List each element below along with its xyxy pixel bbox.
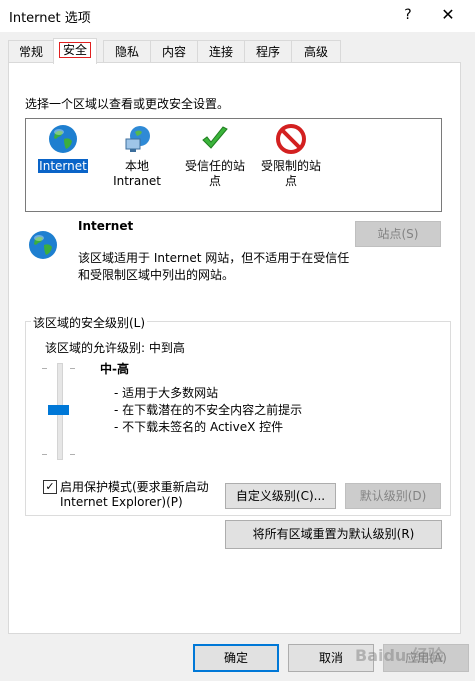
zone-label-line2: 点 (284, 174, 297, 188)
slider-tick (42, 368, 47, 369)
zone-local-intranet[interactable]: 本地 Intranet (106, 123, 168, 189)
tab-connections[interactable]: 连接 (197, 40, 245, 63)
tab-label: 安全 (58, 42, 91, 58)
tab-label: 常规 (18, 45, 43, 59)
zone-restricted-sites[interactable]: 受限制的站 点 (256, 123, 326, 189)
watermark: Baidu 经验 (355, 646, 444, 665)
close-button[interactable]: ✕ (434, 3, 462, 27)
help-button[interactable]: ? (396, 3, 420, 27)
tab-content[interactable]: 内容 (150, 40, 198, 63)
tab-label: 隐私 (114, 45, 139, 59)
security-level-slider-thumb[interactable] (48, 405, 69, 415)
zone-detail-title: Internet (78, 219, 134, 233)
zone-detail-description-line2: 和受限制区域中列出的网站。 (78, 268, 235, 282)
check-icon (202, 126, 228, 149)
reset-all-zones-button[interactable]: 将所有区域重置为默认级别(R) (225, 520, 442, 549)
tab-label: 高级 (303, 45, 328, 59)
default-level-button[interactable]: 默认级别(D) (345, 483, 441, 509)
slider-tick (42, 454, 47, 455)
tab-label: 程序 (255, 45, 280, 59)
level-description-item: - 适用于大多数网站 (114, 386, 219, 400)
tab-advanced[interactable]: 高级 (291, 40, 341, 63)
level-description-item: - 在下载潜在的不安全内容之前提示 (114, 403, 303, 417)
zone-list[interactable]: Internet 本地 Intranet 受信任的站 点 受限制的站 点 (25, 118, 442, 212)
restricted-icon (276, 124, 306, 154)
zone-trusted-sites[interactable]: 受信任的站 点 (180, 123, 250, 189)
protected-mode-checkbox[interactable]: ✓ (43, 480, 57, 494)
zone-label: 受信任的站 (184, 159, 245, 173)
sites-button[interactable]: 站点(S) (355, 221, 441, 247)
title-bar: Internet 选项 ? ✕ (0, 0, 475, 32)
slider-tick (70, 454, 75, 455)
intranet-icon (125, 126, 150, 152)
globe-icon (29, 231, 57, 259)
tab-privacy[interactable]: 隐私 (103, 40, 151, 63)
zone-label-line2: 点 (208, 174, 221, 188)
ok-button[interactable]: 确定 (193, 644, 279, 672)
custom-level-button[interactable]: 自定义级别(C)... (225, 483, 336, 509)
zone-label: 本地 (124, 159, 149, 173)
zone-internet[interactable]: Internet (34, 123, 92, 174)
globe-icon (49, 125, 77, 153)
zone-label-line2: Intranet (113, 174, 161, 188)
slider-tick (70, 368, 75, 369)
allowed-levels-label: 该区域的允许级别: 中到高 (45, 341, 185, 355)
tab-general[interactable]: 常规 (8, 40, 54, 63)
tab-security[interactable]: 安全 (53, 38, 97, 64)
security-level-name: 中-高 (100, 362, 129, 376)
security-level-group-title: 该区域的安全级别(L) (31, 314, 148, 331)
protected-mode-label: 启用保护模式(要求重新启动 (60, 480, 209, 494)
zone-prompt: 选择一个区域以查看或更改安全设置。 (25, 97, 230, 111)
level-description-item: - 不下载未签名的 ActiveX 控件 (114, 420, 284, 434)
zone-label: Internet (38, 159, 88, 173)
window-title: Internet 选项 (9, 11, 91, 26)
protected-mode-label-line2: Internet Explorer)(P) (60, 495, 183, 509)
tab-programs[interactable]: 程序 (244, 40, 292, 63)
tab-label: 连接 (208, 45, 233, 59)
tab-label: 内容 (161, 45, 186, 59)
zone-label: 受限制的站 (260, 159, 321, 173)
zone-detail-description: 该区域适用于 Internet 网站，但不适用于在受信任 (78, 251, 350, 265)
